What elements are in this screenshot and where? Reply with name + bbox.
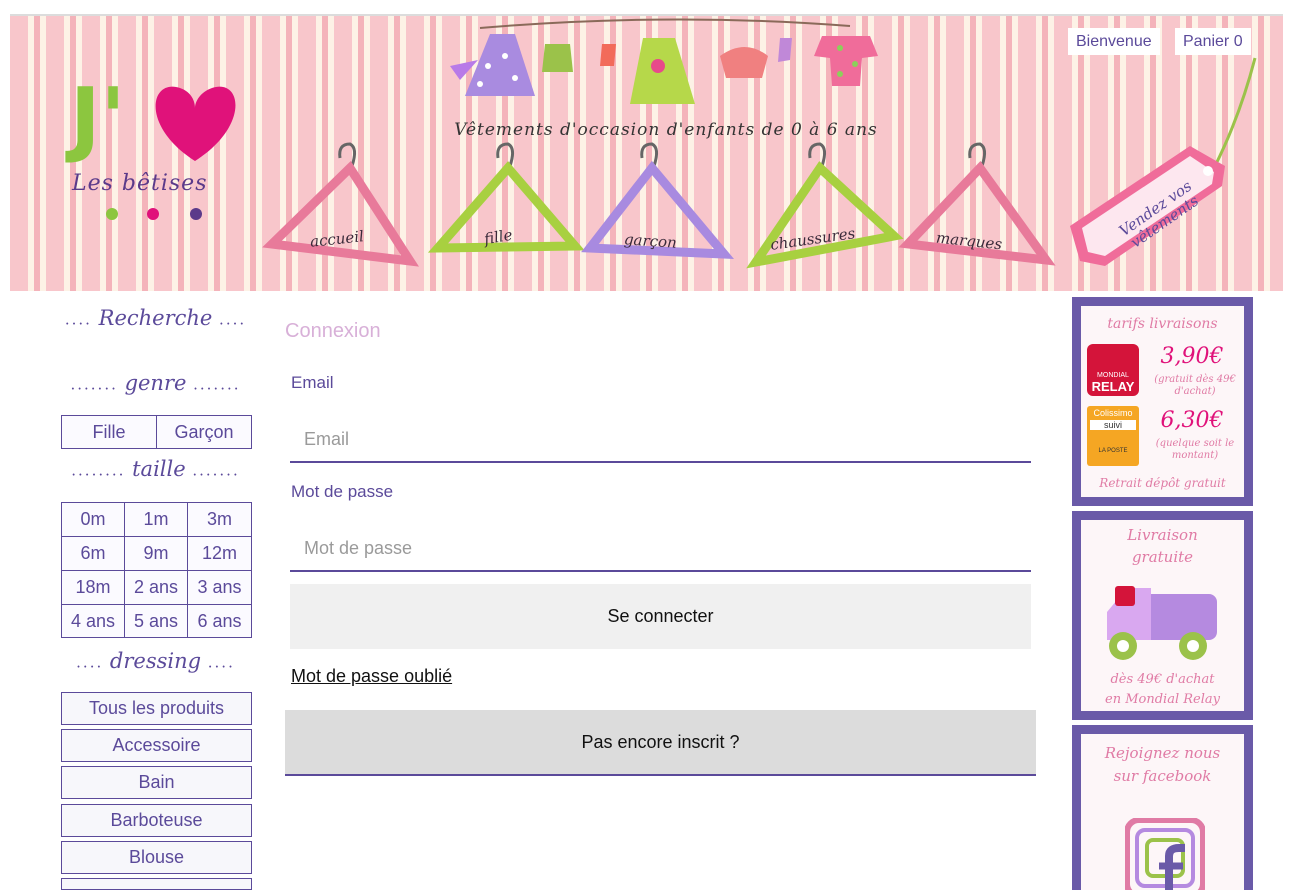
genre-fille-button[interactable]: Fille <box>61 415 157 449</box>
sock-icon <box>600 44 616 66</box>
hat-icon <box>720 47 768 78</box>
facebook-title-2: sur facebook <box>1113 767 1212 785</box>
category-barboteuse[interactable]: Barboteuse <box>61 804 252 837</box>
email-label: Email <box>291 373 334 392</box>
logo[interactable]: J' <box>70 78 126 160</box>
mondial-relay-logo: MONDIAL RELAY <box>1087 344 1139 396</box>
shipping-title: tarifs livraisons <box>1107 316 1218 332</box>
welcome-link[interactable]: Bienvenue <box>1068 28 1160 55</box>
size-button[interactable]: 12m <box>187 536 252 571</box>
tagline: Vêtements d'occasion d'enfants de 0 à 6 … <box>454 120 878 140</box>
bib-icon <box>542 44 573 72</box>
category-all-products[interactable]: Tous les produits <box>61 692 252 725</box>
size-button[interactable]: 18m <box>61 570 125 605</box>
small-sock-icon <box>778 38 792 62</box>
size-button[interactable]: 1m <box>124 502 188 537</box>
free-delivery-footer-1: dès 49€ d'achat <box>1110 672 1215 687</box>
colissimo-price: 6,30€ <box>1160 408 1224 433</box>
size-button[interactable]: 3 ans <box>187 570 252 605</box>
relay-price: 3,90€ <box>1160 344 1224 369</box>
size-button[interactable]: 9m <box>124 536 188 571</box>
genre-garcon-button[interactable]: Garçon <box>156 415 252 449</box>
logo-dot-purple <box>190 208 202 220</box>
login-button[interactable]: Se connecter <box>290 584 1031 649</box>
logo-subtitle: Les bêtises <box>72 171 208 196</box>
form-title: Connexion <box>285 320 381 342</box>
register-button[interactable]: Pas encore inscrit ? <box>285 710 1036 776</box>
free-delivery-promo[interactable]: Livraison gratuite dès 49€ d'achat en Mo… <box>1072 511 1253 720</box>
green-dress-icon <box>630 38 695 104</box>
free-delivery-title-2: gratuite <box>1131 548 1194 566</box>
header-banner: J' Les bêtises Vêtements d'occasion d'en… <box>10 14 1283 291</box>
heart-icon <box>155 86 236 161</box>
facebook-icon <box>1125 818 1205 890</box>
facebook-promo[interactable]: Rejoignez nous sur facebook <box>1072 725 1253 890</box>
shipping-footer: Retrait dépôt gratuit <box>1099 476 1226 490</box>
search-title: .... Recherche .... <box>64 306 247 330</box>
size-button[interactable]: 4 ans <box>61 604 125 638</box>
delivery-truck-icon <box>1107 586 1217 660</box>
free-delivery-title-1: Livraison <box>1127 526 1198 544</box>
shipping-rates-promo[interactable]: tarifs livraisons MONDIAL RELAY 3,90€ (g… <box>1072 297 1253 506</box>
logo-dot-pink <box>147 208 159 220</box>
facebook-title-1: Rejoignez nous <box>1104 744 1221 762</box>
category-next-partial[interactable] <box>61 878 252 890</box>
colissimo-note: (quelque soit le montant) <box>1155 438 1235 461</box>
size-button[interactable]: 6 ans <box>187 604 252 638</box>
size-title: ........ taille ....... <box>71 457 240 481</box>
size-button[interactable]: 6m <box>61 536 125 571</box>
dressing-title: .... dressing .... <box>76 649 235 673</box>
free-delivery-footer-2: en Mondial Relay <box>1105 692 1220 707</box>
nav-garcon[interactable]: garçon <box>623 230 677 252</box>
size-button[interactable]: 2 ans <box>124 570 188 605</box>
cart-link[interactable]: Panier 0 <box>1175 28 1251 55</box>
dress-icon <box>450 34 535 96</box>
forgot-password-link[interactable]: Mot de passe oublié <box>291 666 452 687</box>
logo-letter: J' <box>70 71 126 166</box>
category-accessoire[interactable]: Accessoire <box>61 729 252 762</box>
category-blouse[interactable]: Blouse <box>61 841 252 874</box>
colissimo-logo: Colissimo suivi LA POSTE <box>1087 406 1139 466</box>
size-button[interactable]: 0m <box>61 502 125 537</box>
size-button[interactable]: 3m <box>187 502 252 537</box>
category-bain[interactable]: Bain <box>61 766 252 799</box>
relay-note: (gratuit dès 49€ d'achat) <box>1154 374 1236 397</box>
logo-dot-green <box>106 208 118 220</box>
password-label: Mot de passe <box>291 482 394 501</box>
genre-title: ....... genre ....... <box>70 371 241 395</box>
sell-tag-icon <box>1070 57 1257 266</box>
size-button[interactable]: 5 ans <box>124 604 188 638</box>
email-field[interactable] <box>290 417 1031 463</box>
password-field[interactable] <box>290 526 1031 572</box>
bodysuit-icon <box>814 36 878 86</box>
